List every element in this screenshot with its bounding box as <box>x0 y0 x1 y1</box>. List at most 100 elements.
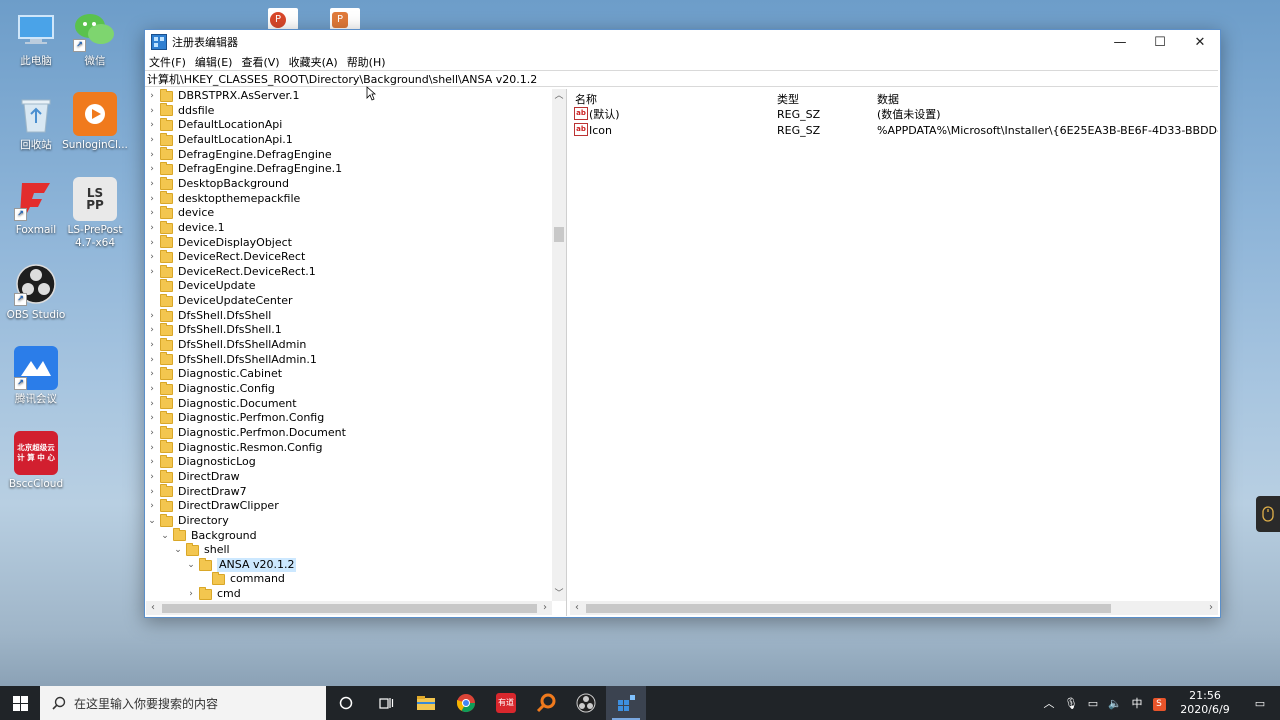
tree-node[interactable]: ⌄ Directory <box>147 513 229 529</box>
tree-vertical-scrollbar[interactable]: ︿ ﹀ <box>552 89 566 601</box>
tree-node[interactable]: ⌄ Background <box>160 528 257 544</box>
chevron-right-icon[interactable]: › <box>147 104 157 119</box>
chevron-right-icon[interactable]: › <box>147 323 157 338</box>
tree-node[interactable]: › DfsShell.DfsShellAdmin <box>147 337 306 353</box>
tray-sogou-icon[interactable]: S <box>1148 696 1170 711</box>
chevron-right-icon[interactable]: › <box>147 426 157 441</box>
chevron-right-icon[interactable]: › <box>147 89 157 104</box>
desktop-icon-obs[interactable]: ↗ OBS Studio <box>0 262 72 322</box>
tree-node[interactable]: › Diagnostic.Perfmon.Config <box>147 411 324 426</box>
ppt-file-icon[interactable]: P <box>268 8 298 30</box>
chevron-right-icon[interactable]: › <box>147 485 157 500</box>
chevron-right-icon[interactable]: › <box>147 265 157 280</box>
chevron-right-icon[interactable]: › <box>147 133 157 148</box>
tray-ime-indicator[interactable]: 中 <box>1126 695 1148 711</box>
chevron-right-icon[interactable]: › <box>147 411 157 426</box>
side-mouse-widget[interactable] <box>1256 496 1280 532</box>
tree-node[interactable]: › DfsShell.DfsShellAdmin.1 <box>147 352 317 368</box>
scroll-left-icon[interactable]: ‹ <box>570 601 584 615</box>
chevron-down-icon[interactable]: ⌄ <box>160 529 170 544</box>
desktop-icon-wechat[interactable]: ↗ 微信 <box>59 8 131 68</box>
chevron-right-icon[interactable]: › <box>147 177 157 192</box>
tree-node[interactable]: › DfsShell.DfsShell <box>147 308 271 324</box>
chevron-down-icon[interactable]: ⌄ <box>173 543 183 558</box>
chevron-right-icon[interactable]: › <box>147 192 157 207</box>
chevron-right-icon[interactable]: › <box>147 367 157 382</box>
tree-node[interactable]: › Diagnostic.Document <box>147 396 297 412</box>
tree-node[interactable]: › ddsfile <box>147 103 214 119</box>
desktop-icon-tencent-meeting[interactable]: ↗ 腾讯会议 <box>0 346 72 406</box>
tree-node[interactable]: › device.1 <box>147 220 225 236</box>
tree-node[interactable]: › DfsShell.DfsShell.1 <box>147 323 282 338</box>
column-header-data[interactable]: 数据 <box>877 91 899 107</box>
column-header-name[interactable]: 名称 <box>575 91 597 107</box>
cortana-button[interactable] <box>326 686 366 720</box>
desktop-icon-ls-prepost[interactable]: LS PP LS-PrePost 4.7-x64 <box>59 177 131 250</box>
menu-edit[interactable]: 编辑(E) <box>195 54 238 70</box>
taskbar-search-box[interactable]: 在这里输入你要搜索的内容 <box>40 686 326 720</box>
chevron-right-icon[interactable]: › <box>147 250 157 265</box>
tree-node[interactable]: › Diagnostic.Config <box>147 381 275 397</box>
tree-node[interactable]: › desktopthemepackfile <box>147 191 300 207</box>
chevron-right-icon[interactable]: › <box>147 455 157 470</box>
value-row[interactable]: ab (默认) REG_SZ (数值未设置) <box>570 107 1218 123</box>
title-bar[interactable]: 注册表编辑器 — ☐ ✕ <box>145 30 1220 54</box>
tree-node[interactable]: › DirectDraw7 <box>147 484 247 500</box>
tree-node[interactable]: › DefaultLocationApi.1 <box>147 132 293 148</box>
tree-node[interactable]: › DirectDrawClipper <box>147 498 279 514</box>
chevron-right-icon[interactable]: › <box>147 499 157 514</box>
menu-view[interactable]: 查看(V) <box>241 54 284 70</box>
taskbar-regedit[interactable] <box>606 686 646 720</box>
chevron-right-icon[interactable]: › <box>147 206 157 221</box>
tree-horizontal-scrollbar[interactable]: ‹ › <box>146 601 552 615</box>
chevron-right-icon[interactable]: › <box>147 397 157 412</box>
values-horizontal-scrollbar[interactable]: ‹ › <box>570 601 1218 615</box>
ppt-file-icon[interactable]: P <box>330 8 360 30</box>
chevron-down-icon[interactable]: ⌄ <box>186 558 196 573</box>
chevron-right-icon[interactable]: › <box>147 470 157 485</box>
tree-node[interactable]: › DeviceRect.DeviceRect <box>147 249 305 265</box>
chevron-right-icon[interactable]: › <box>147 441 157 456</box>
scroll-thumb[interactable] <box>586 604 1111 613</box>
start-button[interactable] <box>0 686 40 720</box>
tree-node[interactable]: DeviceUpdate <box>147 279 255 294</box>
scroll-right-icon[interactable]: › <box>1204 601 1218 615</box>
chevron-right-icon[interactable]: › <box>147 148 157 163</box>
task-view-button[interactable] <box>366 686 406 720</box>
chevron-down-icon[interactable]: ⌄ <box>147 514 157 529</box>
scroll-left-icon[interactable]: ‹ <box>146 601 160 615</box>
taskbar-youdao[interactable]: 有道 <box>486 686 526 720</box>
tree-node[interactable]: › Diagnostic.Cabinet <box>147 367 282 382</box>
desktop-icon-bscc-cloud[interactable]: 北京超级云 计 算 中 心 BsccCloud <box>0 431 72 491</box>
scroll-right-icon[interactable]: › <box>538 601 552 615</box>
chevron-right-icon[interactable]: › <box>186 587 196 601</box>
menu-file[interactable]: 文件(F) <box>149 54 191 70</box>
chevron-right-icon[interactable]: › <box>147 118 157 133</box>
minimize-button[interactable]: — <box>1100 30 1140 54</box>
scroll-thumb[interactable] <box>554 227 564 242</box>
chevron-right-icon[interactable]: › <box>147 338 157 353</box>
address-bar[interactable]: 计算机\HKEY_CLASSES_ROOT\Directory\Backgrou… <box>145 70 1218 87</box>
tree-node[interactable]: › DiagnosticLog <box>147 455 256 470</box>
taskbar-sunlogin[interactable] <box>526 686 566 720</box>
menu-help[interactable]: 帮助(H) <box>347 54 391 70</box>
taskbar-chrome[interactable] <box>446 686 486 720</box>
scroll-down-icon[interactable]: ﹀ <box>552 587 566 601</box>
tree-node[interactable]: › cmd <box>186 586 241 601</box>
taskbar-clock[interactable]: 21:56 2020/6/9 <box>1170 689 1240 717</box>
tree-node[interactable]: › DBRSTPRX.AsServer.1 <box>147 89 299 104</box>
chevron-right-icon[interactable]: › <box>147 353 157 368</box>
tree-node[interactable]: › DeviceDisplayObject <box>147 235 292 251</box>
tray-overflow-icon[interactable]: ︿ <box>1038 695 1060 711</box>
tray-microphone-icon[interactable]: 🎙 <box>1060 697 1082 710</box>
taskbar-obs[interactable] <box>566 686 606 720</box>
tree-node[interactable]: › DesktopBackground <box>147 176 289 192</box>
tray-volume-icon[interactable]: 🔈 <box>1104 697 1126 710</box>
chevron-right-icon[interactable]: › <box>147 382 157 397</box>
column-header-type[interactable]: 类型 <box>777 91 799 107</box>
scroll-thumb[interactable] <box>162 604 537 613</box>
chevron-right-icon[interactable]: › <box>147 221 157 236</box>
tree-node[interactable]: › Diagnostic.Resmon.Config <box>147 440 322 456</box>
tree-node[interactable]: › DefragEngine.DefragEngine <box>147 147 332 163</box>
value-row[interactable]: ab Icon REG_SZ %APPDATA%\Microsoft\Insta… <box>570 123 1218 139</box>
